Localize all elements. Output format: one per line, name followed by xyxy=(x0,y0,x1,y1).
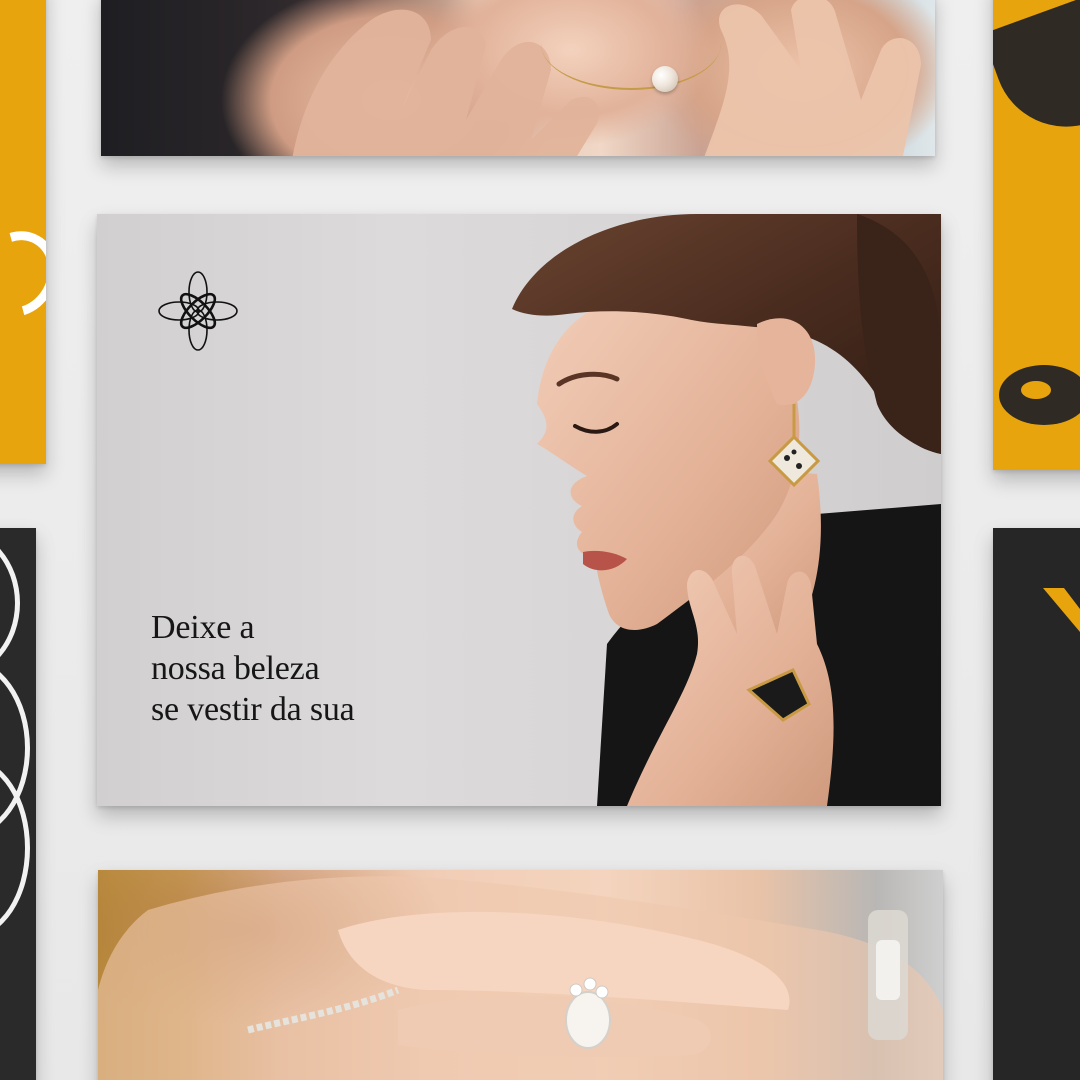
mockup-stage: Deixe a nossa beleza se vestir da sua xyxy=(0,0,1080,1080)
hero-card: Deixe a nossa beleza se vestir da sua xyxy=(97,214,941,806)
tagline-line-3: se vestir da sua xyxy=(151,691,355,728)
bottom-photo-card xyxy=(98,870,943,1080)
side-card-dark-left xyxy=(0,528,36,1080)
ring-hands-photo xyxy=(98,876,943,1080)
tagline-line-1: Deixe a xyxy=(151,609,255,646)
flower-logo-icon xyxy=(158,271,238,351)
tagline-line-2: nossa beleza xyxy=(151,650,320,687)
side-card-dark-right xyxy=(993,528,1080,1080)
hero-tagline: Deixe a nossa beleza se vestir da sua xyxy=(151,607,355,730)
brand-shape-icon xyxy=(993,0,1080,147)
necklace-chain xyxy=(541,0,721,90)
side-card-yellow-left xyxy=(0,0,46,464)
side-card-yellow-right xyxy=(993,0,1080,470)
top-photo-card xyxy=(101,0,935,156)
swirl-graphic-icon xyxy=(0,216,46,332)
chevron-shape-icon xyxy=(1043,588,1080,638)
brand-shape-icon xyxy=(999,365,1080,425)
hands-silhouette xyxy=(292,0,921,156)
pearl-pendant-icon xyxy=(652,66,678,92)
flower-outline-icon xyxy=(0,528,20,678)
